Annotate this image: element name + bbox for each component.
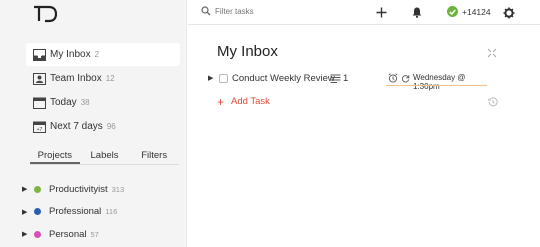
repeat-icon bbox=[401, 75, 410, 83]
task-checkbox[interactable] bbox=[219, 74, 228, 83]
project-count: 313 bbox=[111, 184, 125, 194]
project-label: Productivityist bbox=[49, 183, 108, 195]
notes-icon[interactable] bbox=[330, 74, 341, 83]
sidebar: My Inbox 2 Team Inbox 12 Today 38 +7 Nex… bbox=[0, 0, 187, 247]
inbox-icon bbox=[32, 48, 46, 61]
notifications-button[interactable] bbox=[409, 5, 424, 20]
plus-icon: + bbox=[217, 94, 225, 109]
calendar-today-icon bbox=[32, 96, 46, 109]
add-task-button[interactable]: + Add Task bbox=[217, 94, 270, 109]
team-inbox-icon bbox=[32, 72, 46, 85]
calendar-week-icon: +7 bbox=[32, 120, 46, 133]
project-item-personal[interactable]: ▶ Personal 57 bbox=[22, 223, 182, 246]
search-box bbox=[201, 6, 325, 16]
karma-value: +14124 bbox=[462, 6, 491, 17]
karma-badge[interactable]: +14124 bbox=[447, 6, 491, 17]
alarm-icon[interactable] bbox=[388, 73, 398, 83]
expand-arrow-icon[interactable]: ▶ bbox=[22, 185, 28, 193]
tab-projects[interactable]: Projects bbox=[30, 150, 80, 164]
nav-label: Next 7 days bbox=[50, 121, 103, 132]
add-button[interactable] bbox=[374, 5, 389, 20]
gear-icon bbox=[503, 7, 514, 18]
due-date[interactable]: Wednesday @ 1:30pm bbox=[413, 73, 490, 91]
sidebar-tabs: Projects Labels Filters bbox=[30, 150, 179, 165]
project-list: ▶ Productivityist 313 ▶ Professional 116… bbox=[22, 178, 182, 246]
project-label: Professional bbox=[49, 206, 102, 218]
nav-count: 96 bbox=[106, 122, 116, 131]
expand-arrow-icon[interactable]: ▶ bbox=[208, 74, 213, 82]
project-count: 116 bbox=[105, 207, 118, 217]
nav-item-my-inbox[interactable]: My Inbox 2 bbox=[26, 43, 180, 66]
nav-label: My Inbox bbox=[50, 49, 91, 60]
nav-label: Team Inbox bbox=[50, 73, 102, 84]
nav-count: 12 bbox=[105, 74, 115, 83]
tab-filters[interactable]: Filters bbox=[129, 150, 179, 164]
expand-arrow-icon[interactable]: ▶ bbox=[22, 230, 28, 238]
svg-text:+7: +7 bbox=[36, 127, 42, 133]
app-logo[interactable] bbox=[33, 5, 57, 23]
top-bar: +14124 bbox=[188, 0, 540, 25]
project-count: 57 bbox=[90, 229, 99, 239]
bell-icon bbox=[412, 7, 421, 18]
due-date-underline bbox=[386, 85, 487, 86]
project-color-dot bbox=[34, 208, 41, 216]
collapse-icon[interactable] bbox=[487, 48, 497, 58]
nav-count: 38 bbox=[80, 98, 90, 107]
nav-count: 2 bbox=[94, 50, 100, 59]
project-label: Personal bbox=[49, 228, 87, 240]
nav-item-next-7-days[interactable]: +7 Next 7 days 96 bbox=[26, 115, 180, 138]
nav-label: Today bbox=[50, 97, 77, 108]
task-text[interactable]: Conduct Weekly Review bbox=[232, 73, 335, 84]
search-icon bbox=[201, 6, 211, 16]
project-item-professional[interactable]: ▶ Professional 116 bbox=[22, 201, 182, 224]
history-icon[interactable] bbox=[488, 97, 498, 107]
expand-arrow-icon[interactable]: ▶ bbox=[22, 208, 28, 216]
project-color-dot bbox=[34, 185, 41, 193]
search-input[interactable] bbox=[215, 6, 325, 16]
project-color-dot bbox=[34, 230, 41, 238]
nav-list: My Inbox 2 Team Inbox 12 Today 38 +7 Nex… bbox=[26, 43, 180, 139]
nav-item-today[interactable]: Today 38 bbox=[26, 91, 180, 114]
page-title: My Inbox bbox=[217, 43, 278, 60]
task-row[interactable]: ▶ Conduct Weekly Review 1 Wednesday @ 1:… bbox=[205, 70, 490, 91]
tab-labels[interactable]: Labels bbox=[80, 150, 130, 164]
add-task-label: Add Task bbox=[231, 96, 270, 107]
nav-item-team-inbox[interactable]: Team Inbox 12 bbox=[26, 67, 180, 90]
karma-check-icon bbox=[447, 6, 458, 17]
plus-icon bbox=[376, 7, 387, 18]
settings-button[interactable] bbox=[501, 5, 516, 20]
notes-count: 1 bbox=[343, 73, 349, 84]
project-item-productivityist[interactable]: ▶ Productivityist 313 bbox=[22, 178, 182, 201]
